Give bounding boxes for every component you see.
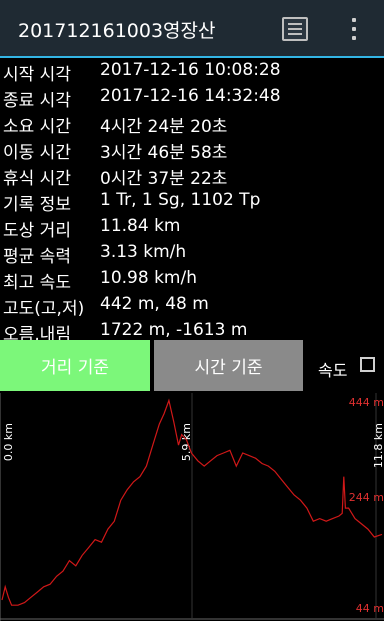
info-row-map-distance: 도상 거리 11.84 km <box>0 214 384 241</box>
info-row-duration: 소요 시간 4시간 24분 20초 <box>0 110 384 137</box>
info-key: 고도(고,저) <box>3 299 85 319</box>
info-key: 도상 거리 <box>3 221 71 241</box>
info-value: 10.98 km/h <box>100 268 197 288</box>
info-value: 4시간 24분 20초 <box>100 117 228 137</box>
info-row-record-info: 기록 정보 1 Tr, 1 Sg, 1102 Tp <box>0 188 384 215</box>
info-key: 시작 시각 <box>3 65 71 85</box>
info-key: 종료 시각 <box>3 91 71 111</box>
x-tick-label: 11.8 km <box>372 423 384 468</box>
list-icon[interactable] <box>282 17 308 41</box>
overflow-menu-icon[interactable] <box>348 16 360 44</box>
time-basis-button[interactable]: 시간 기준 <box>154 340 303 391</box>
info-value: 3.13 km/h <box>100 242 187 262</box>
info-key: 이동 시간 <box>3 143 71 163</box>
y-tick-label: 44 m <box>356 602 384 615</box>
y-tick-label: 444 m <box>349 396 384 409</box>
track-title: 201712161003영장산 <box>18 20 216 42</box>
info-value: 1722 m, -1613 m <box>100 320 248 340</box>
info-value: 2017-12-16 10:08:28 <box>100 60 281 80</box>
app-bar: 201712161003영장산 <box>0 0 384 58</box>
info-value: 0시간 37분 22초 <box>100 169 228 189</box>
info-value: 1 Tr, 1 Sg, 1102 Tp <box>100 190 261 210</box>
info-key: 휴식 시간 <box>3 169 71 189</box>
info-row-end-time: 종료 시각 2017-12-16 14:32:48 <box>0 84 384 111</box>
info-row-rest-time: 휴식 시간 0시간 37분 22초 <box>0 162 384 189</box>
info-row-max-speed: 최고 속도 10.98 km/h <box>0 266 384 293</box>
info-value: 442 m, 48 m <box>100 294 209 314</box>
info-row-altitude: 고도(고,저) 442 m, 48 m <box>0 292 384 319</box>
info-value: 11.84 km <box>100 216 181 236</box>
info-key: 평균 속력 <box>3 247 71 267</box>
info-row-moving-time: 이동 시간 3시간 46분 58초 <box>0 136 384 163</box>
info-key: 최고 속도 <box>3 273 71 293</box>
speed-toggle-label: 속도 <box>318 361 348 380</box>
info-row-avg-speed: 평균 속력 3.13 km/h <box>0 240 384 267</box>
speed-checkbox[interactable] <box>360 357 375 372</box>
info-value: 3시간 46분 58초 <box>100 143 228 163</box>
x-tick-label: 5.9 km <box>180 423 193 461</box>
info-key: 기록 정보 <box>3 195 71 215</box>
info-row-start-time: 시작 시각 2017-12-16 10:08:28 <box>0 58 384 85</box>
distance-basis-button[interactable]: 거리 기준 <box>0 340 150 391</box>
elevation-chart[interactable]: 0.0 km 5.9 km 11.8 km 444 m 244 m 44 m <box>0 393 384 621</box>
info-value: 2017-12-16 14:32:48 <box>100 86 281 106</box>
y-tick-label: 244 m <box>349 491 384 504</box>
info-key: 소요 시간 <box>3 117 71 137</box>
x-tick-label: 0.0 km <box>2 423 15 461</box>
